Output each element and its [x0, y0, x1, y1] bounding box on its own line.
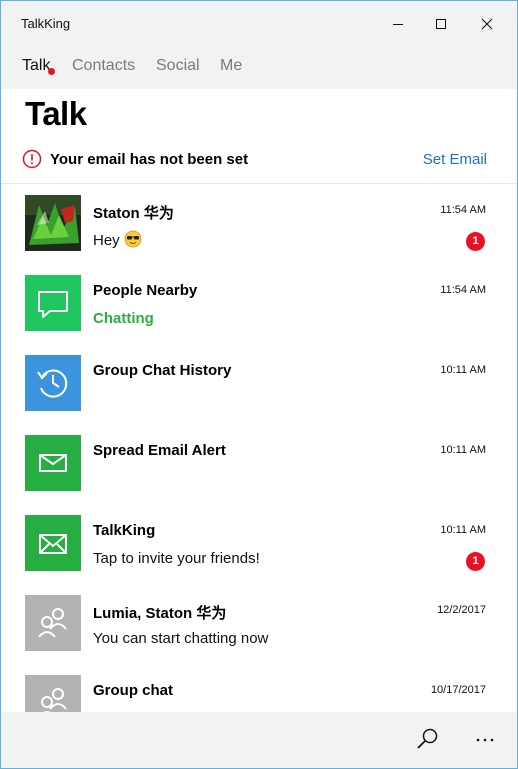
tab-contacts[interactable]: Contacts [72, 57, 135, 75]
chat-preview: Hey [93, 230, 142, 249]
chat-row-talkking[interactable]: TalkKing 10:11 AM Tap to invite your fri… [1, 504, 517, 584]
bottom-app-bar [1, 712, 517, 768]
page-title: Talk [25, 95, 87, 132]
search-button[interactable] [405, 724, 445, 756]
title-bar: TalkKing [1, 1, 517, 47]
group-avatar [25, 595, 81, 651]
minimize-button[interactable] [375, 1, 421, 47]
chat-preview-text: Hey [93, 232, 120, 249]
chat-row-people-nearby[interactable]: People Nearby 11:54 AM Chatting [1, 264, 517, 344]
group-avatar [25, 675, 81, 712]
talk-unread-dot [48, 68, 55, 75]
chat-time: 10:11 AM [440, 364, 486, 376]
sunglasses-emoji-icon [124, 230, 142, 248]
mail-open-avatar [25, 515, 81, 571]
chat-row-spread-email-alert[interactable]: Spread Email Alert 10:11 AM [1, 424, 517, 504]
mail-icon [25, 435, 81, 491]
chat-time: 10:11 AM [440, 524, 486, 536]
search-icon [417, 728, 438, 749]
chat-time: 11:54 AM [440, 204, 486, 216]
chat-bubble-avatar [25, 275, 81, 331]
chat-name: Lumia, Staton 华为 [93, 605, 227, 622]
nav-tabs: Talk Contacts Social Me [1, 47, 517, 89]
more-button[interactable] [465, 724, 505, 756]
set-email-link[interactable]: Set Email [423, 151, 487, 168]
alert-circle-icon [22, 149, 42, 169]
email-notice-text: Your email has not been set [50, 151, 249, 168]
chat-time: 10/17/2017 [430, 684, 486, 696]
email-notice: Your email has not been set Set Email [1, 141, 517, 181]
chat-row-lumia-staton[interactable]: Lumia, Staton 华为 12/2/2017 You can start… [1, 584, 517, 664]
tab-me[interactable]: Me [220, 57, 242, 75]
maximize-icon [436, 19, 446, 29]
maximize-button[interactable] [421, 1, 467, 47]
close-icon [481, 18, 493, 30]
chat-bubble-icon [25, 275, 81, 331]
unread-badge: 1 [466, 552, 485, 571]
unread-badge: 1 [466, 232, 485, 251]
more-icon [476, 738, 494, 742]
chat-name: Staton 华为 [93, 205, 174, 222]
chat-row-group-chat-history[interactable]: Group Chat History 10:11 AM [1, 344, 517, 424]
mail-avatar [25, 435, 81, 491]
chat-status: Chatting [93, 310, 154, 327]
history-avatar [25, 355, 81, 411]
chat-time: 10:11 AM [440, 444, 486, 456]
chat-name: TalkKing [93, 522, 156, 539]
app-window: TalkKing Talk Contacts Social Me Talk Yo… [0, 0, 518, 769]
group-icon [25, 675, 81, 712]
group-icon [25, 595, 81, 651]
history-icon [25, 355, 81, 411]
chat-name: Spread Email Alert [93, 442, 226, 459]
tab-social[interactable]: Social [156, 57, 200, 75]
chat-time: 11:54 AM [440, 284, 486, 296]
window-title: TalkKing [21, 16, 71, 31]
chat-time: 12/2/2017 [437, 604, 486, 616]
photo-avatar-image [25, 195, 81, 251]
chat-list: Staton 华为 11:54 AM Hey 1 People Nearby 1… [1, 184, 517, 712]
chat-preview: Tap to invite your friends! [93, 550, 260, 567]
close-button[interactable] [467, 1, 513, 47]
chat-name: Group Chat History [93, 362, 232, 379]
chat-row-group-chat[interactable]: Group chat 10/17/2017 [1, 664, 517, 712]
minimize-icon [393, 24, 403, 25]
photo-avatar [25, 195, 81, 251]
chat-row-staton[interactable]: Staton 华为 11:54 AM Hey 1 [1, 184, 517, 264]
chat-name: People Nearby [93, 282, 198, 299]
chat-name: Group chat [93, 682, 174, 699]
mail-open-icon [25, 515, 81, 571]
tab-talk[interactable]: Talk [22, 57, 50, 75]
chat-preview: You can start chatting now [93, 630, 269, 647]
